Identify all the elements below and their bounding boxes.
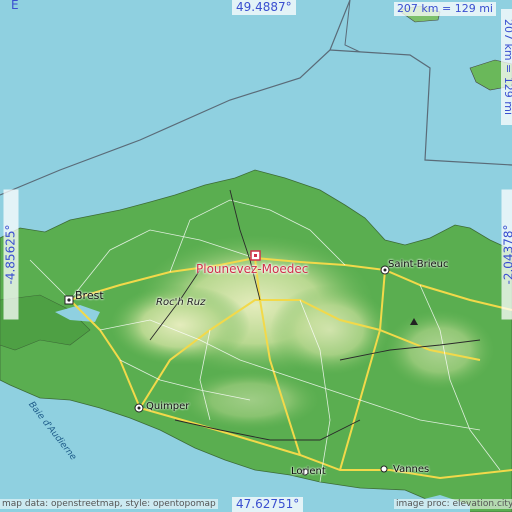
map-credits-left: map data: openstreetmap, style: opentopo… (0, 499, 218, 509)
vannes-marker (380, 465, 388, 473)
brest-marker-dot (67, 298, 71, 302)
top-latitude-label: 49.4887° (232, 0, 296, 15)
vannes-label[interactable]: Vannes (393, 464, 429, 475)
lorient-label[interactable]: Lorient (291, 466, 326, 477)
vertical-scale-label: 207 km = 129 mi (501, 9, 512, 125)
bottom-latitude-label: 47.62751° (232, 497, 304, 512)
map-viewport[interactable]: E 49.4887° 47.62751° -4.85625° -2.04378°… (0, 0, 512, 512)
quimper-marker-dot (137, 406, 141, 410)
left-longitude-label: -4.85625° (3, 189, 19, 320)
compass-label: E (11, 0, 19, 12)
horizontal-scale-label: 207 km = 129 mi (393, 2, 496, 16)
map-credits-right: image proc: elevation.city (394, 499, 512, 509)
location-marker-center (254, 254, 257, 257)
right-longitude-label: -2.04378° (501, 189, 512, 320)
place-name-label: Plounevez-Moedec (196, 262, 309, 276)
saint-brieuc-label[interactable]: Saint-Brieuc (388, 259, 449, 270)
upland-relief (385, 310, 495, 390)
terrain-layer (0, 0, 512, 512)
quimper-label[interactable]: Quimper (146, 401, 189, 412)
brest-label[interactable]: Brest (75, 289, 104, 302)
saint-brieuc-marker-dot (383, 268, 387, 272)
roc-h-ruz-label[interactable]: Roc'h Ruz (156, 297, 205, 308)
